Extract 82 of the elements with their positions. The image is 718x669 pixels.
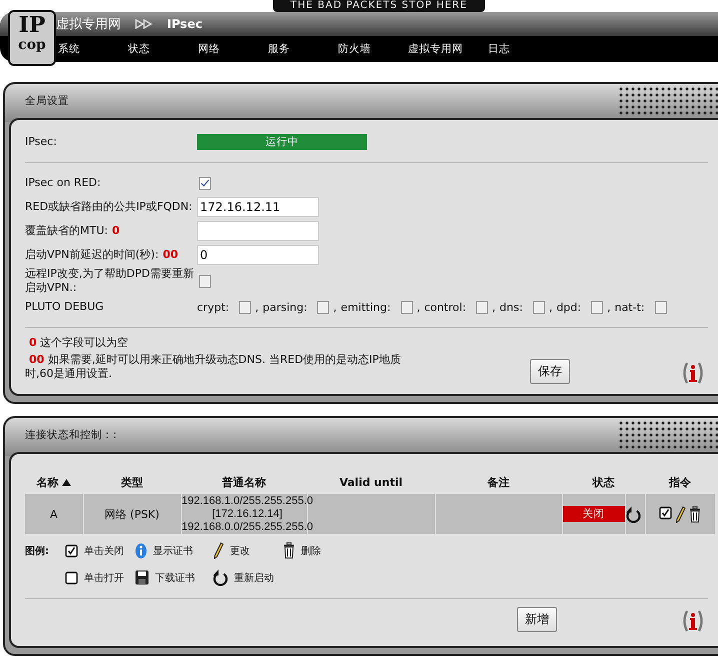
checkbox[interactable] bbox=[199, 274, 211, 288]
note-text: 0 这个字段可以为空 bbox=[28, 336, 130, 350]
field-label: IPsec on RED: bbox=[25, 176, 102, 190]
trash-icon[interactable] bbox=[689, 506, 701, 522]
note-text: 00 如果需要,延时可以用来正确地升级动态DNS. 当RED使用的是动态IP地质时,60是通用设置. bbox=[25, 353, 402, 381]
legend-text: 显示证书 bbox=[153, 544, 193, 558]
column-header[interactable]: Valid until bbox=[339, 476, 403, 488]
restart-icon[interactable] bbox=[626, 506, 640, 522]
debug-option-label: nat-t: bbox=[614, 300, 645, 314]
legend-text: 更改 bbox=[230, 544, 250, 558]
checkbox[interactable] bbox=[591, 300, 604, 314]
panel-title: 全局设置 bbox=[24, 94, 69, 108]
debug-option-label: crypt: bbox=[197, 300, 230, 314]
help-icon[interactable] bbox=[682, 362, 704, 384]
legend-label: 图例: bbox=[25, 544, 50, 558]
column-header[interactable]: 类型 bbox=[121, 476, 143, 488]
status-badge: 关闭 bbox=[562, 506, 624, 522]
menu-item[interactable]: 网络 bbox=[198, 42, 268, 56]
checkbox-checked-icon[interactable] bbox=[659, 506, 672, 520]
checkbox[interactable] bbox=[317, 300, 330, 314]
field-label: 远程IP改变,为了帮助DPD需要重新启动VPN.: bbox=[25, 267, 195, 295]
column-header[interactable]: 备注 bbox=[488, 476, 510, 488]
menu-item[interactable]: 日志 bbox=[488, 42, 558, 56]
legend-text: 下载证书 bbox=[155, 572, 195, 584]
checkbox-checked-icon[interactable] bbox=[65, 544, 78, 558]
separator-comma: , bbox=[416, 300, 420, 314]
panel-title: 连接状态和控制：: bbox=[24, 428, 117, 442]
double-arrow-icon bbox=[135, 19, 153, 29]
separator-comma: , bbox=[548, 300, 552, 314]
checkbox[interactable] bbox=[532, 300, 545, 314]
checkbox[interactable] bbox=[654, 300, 667, 314]
menu-item[interactable]: 服务 bbox=[268, 42, 338, 56]
tagline: THE BAD PACKETS STOP HERE bbox=[272, 0, 486, 12]
field-label: PLUTO DEBUG bbox=[25, 300, 105, 314]
input-field[interactable]: 172.16.12.11 bbox=[197, 197, 319, 217]
debug-option-label: dpd: bbox=[556, 300, 582, 314]
status-badge: 运行中 bbox=[197, 134, 367, 150]
legend-text: 重新启动 bbox=[234, 572, 274, 584]
menu-item[interactable]: 系统 bbox=[58, 42, 128, 56]
pencil-icon[interactable] bbox=[675, 506, 686, 522]
table-cell: 网络 (PSK) bbox=[104, 508, 160, 520]
field-label: 启动VPN前延迟的时间(秒): 00 bbox=[25, 248, 179, 262]
column-header[interactable]: 名称 bbox=[36, 476, 59, 488]
pencil-icon[interactable] bbox=[213, 542, 224, 559]
debug-option-label: emitting: bbox=[340, 300, 391, 314]
checkbox[interactable] bbox=[199, 176, 211, 190]
restart-icon[interactable] bbox=[213, 569, 228, 586]
save-button[interactable]: 保存 bbox=[530, 359, 570, 384]
logo: IP cop bbox=[8, 10, 56, 66]
breadcrumb-section[interactable]: 虚拟专用网 bbox=[56, 15, 121, 33]
legend-text: 单击打开 bbox=[84, 572, 124, 584]
input-field[interactable] bbox=[197, 221, 319, 241]
table-cell: 192.168.1.0/255.255.255.0 [172.16.12.14] 192.168.0.0/255.255.255.0 bbox=[182, 494, 314, 534]
legend-text: 单击关闭 bbox=[84, 544, 124, 558]
column-header[interactable]: 普通名称 bbox=[222, 476, 266, 488]
menu-item[interactable]: 虚拟专用网 bbox=[408, 42, 488, 56]
help-icon[interactable] bbox=[682, 610, 704, 632]
separator-comma: , bbox=[255, 300, 259, 314]
menu-item[interactable]: 防火墙 bbox=[338, 42, 408, 56]
checkbox[interactable] bbox=[239, 300, 252, 314]
menu-item[interactable]: 状态 bbox=[128, 42, 198, 56]
input-field[interactable]: 0 bbox=[197, 245, 319, 265]
table-cell: A bbox=[50, 508, 58, 520]
separator-comma: , bbox=[492, 300, 496, 314]
field-label: 覆盖缺省的MTU: 0 bbox=[25, 224, 121, 238]
debug-option-label: control: bbox=[424, 300, 466, 314]
page-title: IPsec bbox=[167, 17, 202, 31]
debug-option-label: parsing: bbox=[262, 300, 308, 314]
checkbox[interactable] bbox=[476, 300, 488, 314]
separator-comma: , bbox=[333, 300, 337, 314]
trash-icon[interactable] bbox=[283, 542, 295, 559]
column-header[interactable]: 状态 bbox=[592, 476, 614, 488]
separator-comma: , bbox=[607, 300, 611, 314]
debug-option-label: dns: bbox=[500, 300, 523, 314]
info-icon[interactable] bbox=[135, 542, 147, 558]
column-header[interactable]: 指令 bbox=[669, 476, 691, 488]
field-label: RED或缺省路由的公共IP或FQDN: bbox=[25, 200, 194, 214]
add-button[interactable]: 新增 bbox=[517, 607, 557, 632]
checkbox-icon[interactable] bbox=[65, 570, 78, 584]
field-label: IPsec: bbox=[25, 135, 58, 149]
legend-text: 删除 bbox=[301, 544, 321, 558]
checkbox[interactable] bbox=[400, 300, 413, 314]
